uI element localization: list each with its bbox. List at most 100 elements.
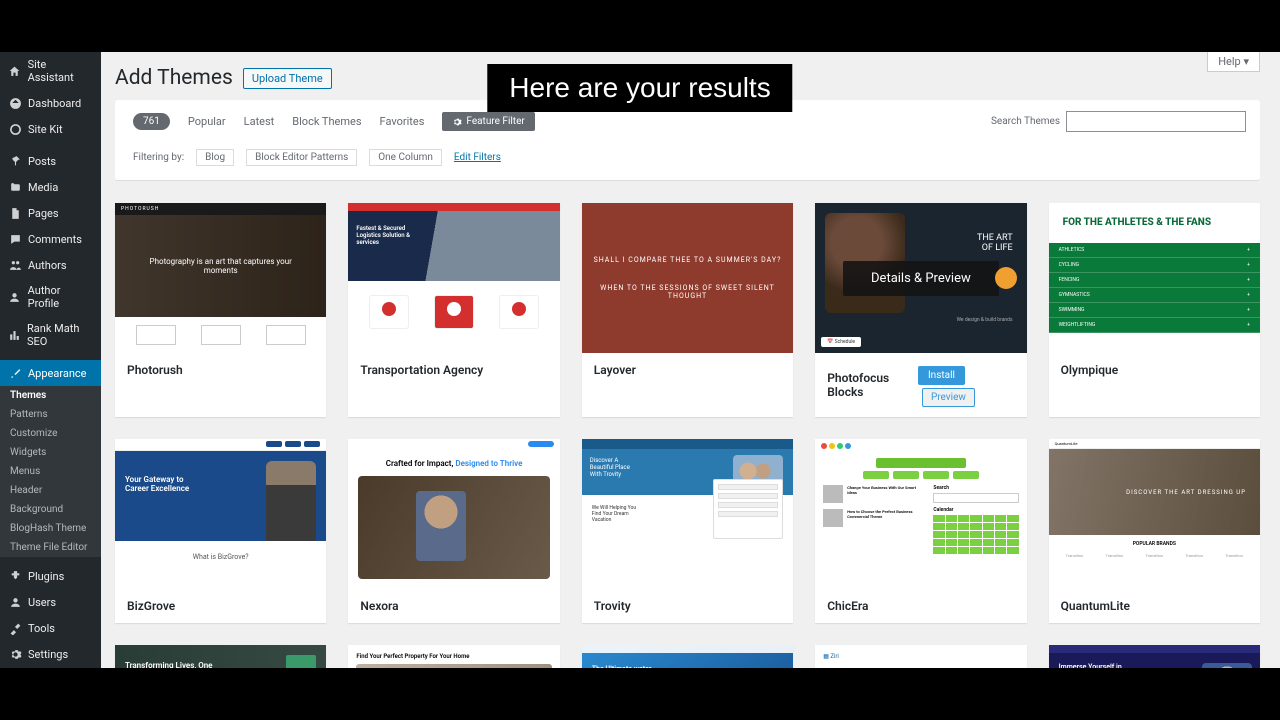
nav-pages[interactable]: Pages <box>0 200 101 226</box>
theme-card-transportation[interactable]: Fastest & Secured Logistics Solution & s… <box>348 203 559 417</box>
nav-comments[interactable]: Comments <box>0 226 101 252</box>
nav-dashboard[interactable]: Dashboard <box>0 90 101 116</box>
theme-thumbnail: Change Your Business With Our Smart Idea… <box>815 439 1026 589</box>
nav-users[interactable]: Users <box>0 589 101 615</box>
theme-card-olympique[interactable]: FOR THE ATHLETES & THE FANS ATHLETICS+CY… <box>1049 203 1260 417</box>
theme-card-quantumlite[interactable]: QuantumLite DISCOVER THE ART DRESSING UP… <box>1049 439 1260 623</box>
nav-label: Dashboard <box>28 97 81 110</box>
gear-icon <box>452 117 462 127</box>
result-count: 761 <box>133 113 170 130</box>
theme-thumbnail: Transforming Lives, One Donation at a Ti… <box>115 645 326 668</box>
submenu-widgets[interactable]: Widgets <box>0 443 101 462</box>
sitekit-icon <box>8 122 22 136</box>
nav-media[interactable]: Media <box>0 174 101 200</box>
theme-card-trovity[interactable]: Discover A Beautiful Place With Trovity … <box>582 439 793 623</box>
preview-button[interactable]: Preview <box>922 388 975 407</box>
nav-label: Media <box>28 181 58 194</box>
theme-grid: PHOTORUSH Photography is an art that cap… <box>115 203 1260 668</box>
media-icon <box>8 180 22 194</box>
theme-thumbnail: Your Gateway to Career Excellence What i… <box>115 439 326 589</box>
theme-name: Olympique <box>1061 363 1119 377</box>
submenu-bloghash-theme[interactable]: BlogHash Theme <box>0 519 101 538</box>
brush-icon <box>8 366 22 380</box>
search-label: Search Themes <box>991 116 1060 127</box>
nav-settings[interactable]: Settings <box>0 641 101 667</box>
edit-filters-link[interactable]: Edit Filters <box>454 152 501 163</box>
theme-card-partial-3[interactable]: The Ultimate water sports experience <box>582 645 793 668</box>
nav-appearance[interactable]: Appearance <box>0 360 101 386</box>
search-input[interactable] <box>1066 111 1246 132</box>
nav-label: Rank Math SEO <box>27 322 93 348</box>
submenu-patterns[interactable]: Patterns <box>0 405 101 424</box>
nav-label: Author Profile <box>28 284 93 310</box>
tab-latest[interactable]: Latest <box>244 115 275 128</box>
active-filters-row: Filtering by: Blog Block Editor Patterns… <box>115 139 1260 181</box>
theme-name: ChicEra <box>827 599 868 613</box>
nav-site-kit[interactable]: Site Kit <box>0 116 101 142</box>
nav-label: Pages <box>28 207 59 220</box>
theme-thumbnail: PHOTORUSH Photography is an art that cap… <box>115 203 326 353</box>
theme-card-partial-2[interactable]: Find Your Perfect Property For Your Home <box>348 645 559 668</box>
theme-card-bizgrove[interactable]: Your Gateway to Career Excellence What i… <box>115 439 326 623</box>
nav-site-assistant[interactable]: Site Assistant <box>0 52 101 90</box>
theme-thumbnail: Fastest & Secured Logistics Solution & s… <box>348 203 559 353</box>
home-icon <box>8 64 22 78</box>
nav-label: Tools <box>28 622 55 635</box>
submenu-theme-file-editor[interactable]: Theme File Editor <box>0 538 101 557</box>
nav-plugins[interactable]: Plugins <box>0 563 101 589</box>
tab-popular[interactable]: Popular <box>188 115 226 128</box>
theme-card-partial-5[interactable]: Immerse Yourself in Digital Learning <box>1049 645 1260 668</box>
details-preview-button[interactable]: Details & Preview <box>843 261 999 296</box>
favorite-icon[interactable] <box>995 267 1017 289</box>
feature-filter-button[interactable]: Feature Filter <box>442 112 534 131</box>
tab-block-themes[interactable]: Block Themes <box>292 115 361 128</box>
page-icon <box>8 206 22 220</box>
page-title: Add Themes <box>115 66 233 90</box>
submenu-themes[interactable]: Themes <box>0 386 101 405</box>
upload-theme-button[interactable]: Upload Theme <box>243 68 332 89</box>
comment-icon <box>8 232 22 246</box>
theme-thumbnail: The Ultimate water sports experience <box>582 645 793 668</box>
theme-thumbnail: SHALL I COMPARE THEE TO A SUMMER'S DAY? … <box>582 203 793 353</box>
nav-posts[interactable]: Posts <box>0 148 101 174</box>
theme-thumbnail: Crafted for Impact, Designed to Thrive <box>348 439 559 589</box>
filter-chip-block-patterns[interactable]: Block Editor Patterns <box>246 149 357 166</box>
nav-label: Posts <box>28 155 56 168</box>
plugin-icon <box>8 569 22 583</box>
chart-icon <box>8 328 21 342</box>
nav-author-profile[interactable]: Author Profile <box>0 278 101 316</box>
filtering-by-label: Filtering by: <box>133 152 184 163</box>
help-tab[interactable]: Help ▾ <box>1207 52 1260 72</box>
nav-label: Settings <box>28 648 68 661</box>
filter-chip-blog[interactable]: Blog <box>196 149 234 166</box>
main-content: Help ▾ Add Themes Upload Theme 761 Popul… <box>101 52 1280 668</box>
pin-icon <box>8 154 22 168</box>
theme-card-photorush[interactable]: PHOTORUSH Photography is an art that cap… <box>115 203 326 417</box>
theme-card-nexora[interactable]: Crafted for Impact, Designed to Thrive N… <box>348 439 559 623</box>
nav-rank-math-seo[interactable]: Rank Math SEO <box>0 316 101 354</box>
theme-card-layover[interactable]: SHALL I COMPARE THEE TO A SUMMER'S DAY? … <box>582 203 793 417</box>
nav-tools[interactable]: Tools <box>0 615 101 641</box>
submenu-menus[interactable]: Menus <box>0 462 101 481</box>
nav-authors[interactable]: Authors <box>0 252 101 278</box>
video-caption: Here are your results <box>487 64 792 112</box>
theme-card-chicera[interactable]: Change Your Business With Our Smart Idea… <box>815 439 1026 623</box>
theme-thumbnail: THE ARTOF LIFE We design & build brands … <box>815 203 1026 353</box>
theme-card-partial-4[interactable]: ▦ Ziri The Ultimate Solution for Your Di… <box>815 645 1026 668</box>
filter-chip-one-column[interactable]: One Column <box>369 149 442 166</box>
theme-name: Nexora <box>360 599 398 613</box>
theme-name: Photorush <box>127 363 183 377</box>
dashboard-icon <box>8 96 22 110</box>
nav-label: Appearance <box>28 367 87 380</box>
submenu-background[interactable]: Background <box>0 500 101 519</box>
tab-favorites[interactable]: Favorites <box>380 115 425 128</box>
submenu-header[interactable]: Header <box>0 481 101 500</box>
users-icon <box>8 258 22 272</box>
theme-card-partial-1[interactable]: Transforming Lives, One Donation at a Ti… <box>115 645 326 668</box>
nav-label: Users <box>28 596 56 609</box>
submenu-customize[interactable]: Customize <box>0 424 101 443</box>
theme-card-photofocus[interactable]: THE ARTOF LIFE We design & build brands … <box>815 203 1026 417</box>
nav-label: Plugins <box>28 570 64 583</box>
theme-name: QuantumLite <box>1061 599 1130 613</box>
install-button[interactable]: Install <box>918 366 965 385</box>
